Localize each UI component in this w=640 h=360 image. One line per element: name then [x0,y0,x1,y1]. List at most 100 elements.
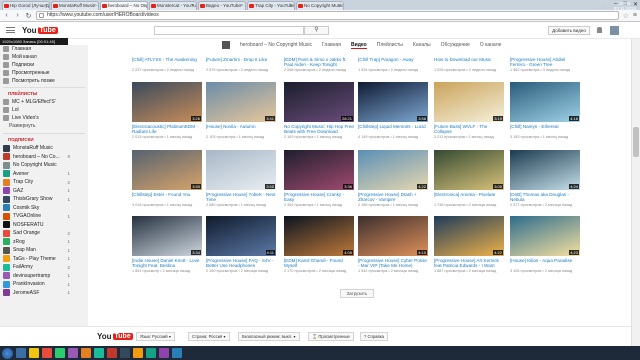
taskbar-app-icon[interactable] [172,348,182,358]
video-thumbnail[interactable]: 28:21 [284,82,354,122]
language-button[interactable]: Язык: Русский ▾ [136,332,175,341]
taskbar-app-icon[interactable] [94,348,104,358]
video-thumbnail[interactable]: 3:41 [206,82,276,122]
browser-tab[interactable]: Trap City - YouTube × [247,1,295,10]
channel-tab[interactable]: Видео [351,42,367,49]
sidebar-item[interactable]: Главная [0,45,88,53]
expand-playlists-link[interactable]: Развернуть [0,122,88,131]
taskbar-app-icon[interactable] [120,348,130,358]
video-thumbnail[interactable]: 4:10 [358,216,428,256]
tab-close-icon[interactable]: × [44,2,47,10]
video-card[interactable]: [Chill Trap] Paragon - Away 1 924 просмот… [358,55,428,73]
video-title[interactable]: [Indie House] Daniel Knott - Love Tonigh… [132,258,202,269]
subscription-item[interactable]: Sad Orange 2 [0,229,88,238]
tab-close-icon[interactable]: × [191,2,194,10]
video-thumbnail[interactable]: 3:55 [206,150,276,190]
video-thumbnail[interactable]: 4:22 [434,216,504,256]
bookmark-star-icon[interactable]: ☆ [623,12,629,20]
subscription-item[interactable]: MonstaRuff Music [0,144,88,153]
video-thumbnail[interactable]: 3:58 [358,82,428,122]
tray-language[interactable]: RU [603,4,610,10]
browser-tab[interactable]: MonstaRuff Music - YouTu× [51,1,99,10]
subscription-item[interactable]: JeromeASF 1 [0,289,88,298]
browser-tab[interactable]: Видео - YouTube × [198,1,246,10]
sidebar-item[interactable]: Мой канал [0,53,88,61]
video-title[interactable]: [Progressive House] 7obeK - Next Time [206,192,276,203]
subscription-item[interactable]: Avener 1 [0,170,88,179]
taskbar-app-icon[interactable] [55,348,65,358]
tab-close-icon[interactable]: × [142,2,145,10]
video-title[interactable]: [Chill] ATLYSS - The Awakening [132,57,202,68]
notifications-bell-icon[interactable] [597,27,602,33]
history-button[interactable]: ⌛ Просмотренные [308,332,354,341]
taskbar-app-icon[interactable] [81,348,91,358]
subscription-item[interactable]: Cosmik Sky [0,204,88,213]
taskbar-app-icon[interactable] [146,348,156,358]
subscription-item[interactable]: No Copyright Music [0,161,88,170]
video-card[interactable]: 3:41 [House] Novila - Autumn 2 103 просмот… [206,82,276,140]
channel-tab[interactable]: Обсуждение [441,42,470,48]
video-card[interactable]: 3:55 [Chillstep] Ester - Found You 3 016 п… [132,150,202,208]
video-card[interactable]: 3:26 [Electroacoustic] PlatinumEDM - Radi… [132,82,202,140]
video-title[interactable]: [Electronica] Anoma - Pixelate [434,192,504,203]
channel-tab[interactable]: Главная [322,42,341,48]
video-card[interactable]: 4:22 [Progressive House] Art Kernick feat… [434,216,504,274]
sidebar-item[interactable]: Подписки [0,61,88,69]
subscription-item[interactable]: TaGs - Play Theme 1 [0,255,88,264]
subscription-item[interactable]: TVGAOnline 1 [0,212,88,221]
video-card[interactable]: 3:34 [Indie House] Daniel Knott - Love To… [132,216,202,274]
channel-tab[interactable]: Плейлисты [377,42,403,48]
video-thumbnail[interactable]: 4:23 [510,216,580,256]
help-button[interactable]: ? Справка [360,332,388,341]
video-thumbnail[interactable]: 3:55 [132,150,202,190]
video-card[interactable]: [Progressive House] Abdiel Ferrero - Gre… [510,55,580,73]
video-thumbnail[interactable]: 3:26 [132,82,202,122]
subscriptions-heading[interactable]: ПОДПИСКИ [0,136,88,144]
taskbar-app-icon[interactable] [159,348,169,358]
video-title[interactable]: How to Download our Music [434,57,504,68]
tab-close-icon[interactable]: × [93,2,96,10]
video-title[interactable]: [Progressive House] Dtash + Zharcov - Va… [358,192,428,203]
search-input[interactable] [154,26,304,35]
taskbar-app-icon[interactable] [42,348,52,358]
taskbar-app-icon[interactable] [29,348,39,358]
video-card[interactable]: 4:23 [House] Kilian - Aqua Paradise 3 106 … [510,216,580,274]
reload-icon[interactable]: ↻ [25,12,32,20]
video-card[interactable]: 3:19 [Future Bass] WVLF - The Collapse 3 2… [434,82,504,140]
browser-tab[interactable]: heroboard – No Copyright× [100,1,148,10]
video-title[interactable]: [House] Novila - Autumn [206,124,276,135]
taskbar-app-icon[interactable] [68,348,78,358]
browser-tab[interactable]: No Copyright Music - YouTu× [296,1,344,10]
video-card[interactable]: 4:24 [DnB] Thomas aka Douglas - Nebula 2 3… [510,150,580,208]
subscription-item[interactable]: zRog 1 [0,238,88,247]
scrollbar-thumb[interactable] [633,127,639,157]
video-title[interactable]: [Chillstep] Liquid Memoirs - Lucid [358,124,428,135]
video-title[interactable]: [Progressive House] Art Kernick feat Pat… [434,258,504,269]
video-thumbnail[interactable]: 4:16 [510,82,580,122]
sidebar-item[interactable]: Просмотренные [0,69,88,77]
video-title[interactable]: [Progressive House] Cranky - Easy [284,192,354,203]
video-title[interactable]: [Future Bass] WVLF - The Collapse [434,124,504,135]
tab-close-icon[interactable]: × [289,2,292,10]
add-video-button[interactable]: Добавить видео [548,26,590,35]
browser-tab[interactable]: Hip Gorod (Лучш Для ваш...× [2,1,50,10]
taskbar-app-icon[interactable] [16,348,26,358]
video-card[interactable]: 4:11 [Progressive House] FAQ - S4V - Bett… [206,216,276,274]
footer-youtube-logo[interactable]: You Tube [97,332,133,341]
youtube-logo[interactable]: You Tube [22,26,58,35]
video-title[interactable]: [Progressive House] Cyber Posse - Mar VI… [358,258,428,269]
sidebar-item[interactable]: Посмотреть позже [0,77,88,85]
video-thumbnail[interactable]: 4:05 [284,216,354,256]
video-title[interactable]: [DnB] Thomas aka Douglas - Nebula [510,192,580,203]
channel-avatar[interactable] [222,41,230,49]
video-title[interactable]: [House] Kilian - Aqua Paradise [510,258,580,269]
taskbar-app-icon[interactable] [107,348,117,358]
video-title[interactable]: [Progressive House] Abdiel Ferrero - Gre… [510,57,580,68]
tab-close-icon[interactable]: × [240,2,243,10]
country-button[interactable]: Страна: Россия ▾ [188,332,230,341]
video-title[interactable]: [Chill Trap] Paragon - Away [358,57,428,68]
taskbar-app-icon[interactable] [133,348,143,358]
video-card[interactable]: 3:58 [Chillstep] Liquid Memoirs - Lucid 4 … [358,82,428,140]
video-thumbnail[interactable]: 4:24 [510,150,580,190]
video-title[interactable]: [EDM] Kamil Ghandi - Found Myself [284,258,354,269]
